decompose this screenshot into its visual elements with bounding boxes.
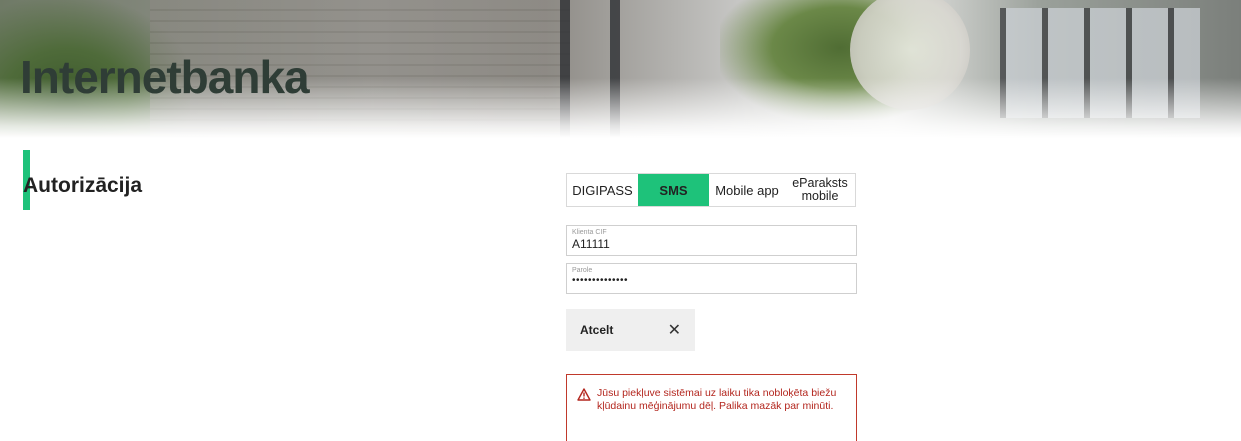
- hero-banner: Internetbanka: [0, 0, 1241, 138]
- cancel-button[interactable]: Atcelt ✕: [566, 309, 695, 351]
- tab-eparaksts-mobile[interactable]: eParaksts mobile: [785, 174, 855, 206]
- section-title: Autorizācija: [23, 174, 143, 197]
- tab-digipass[interactable]: DIGIPASS: [567, 174, 638, 206]
- error-alert: Jūsu piekļuve sistēmai uz laiku tika nob…: [566, 374, 857, 441]
- tab-sms[interactable]: SMS: [638, 174, 709, 206]
- password-field: Parole: [566, 263, 857, 294]
- client-cif-field: Klienta CIF: [566, 225, 857, 256]
- warning-icon: [577, 388, 591, 401]
- close-icon: ✕: [667, 322, 681, 339]
- password-label: Parole: [572, 267, 593, 274]
- page-title: Internetbanka: [20, 51, 310, 103]
- cancel-button-label: Atcelt: [580, 323, 614, 337]
- tab-mobile-app[interactable]: Mobile app: [709, 174, 785, 206]
- client-cif-input[interactable]: [572, 237, 842, 251]
- client-cif-label: Klienta CIF: [572, 229, 607, 236]
- error-alert-message: Jūsu piekļuve sistēmai uz laiku tika nob…: [597, 387, 837, 412]
- auth-method-tabs: DIGIPASS SMS Mobile app eParaksts mobile: [566, 173, 856, 207]
- password-input[interactable]: [572, 275, 842, 286]
